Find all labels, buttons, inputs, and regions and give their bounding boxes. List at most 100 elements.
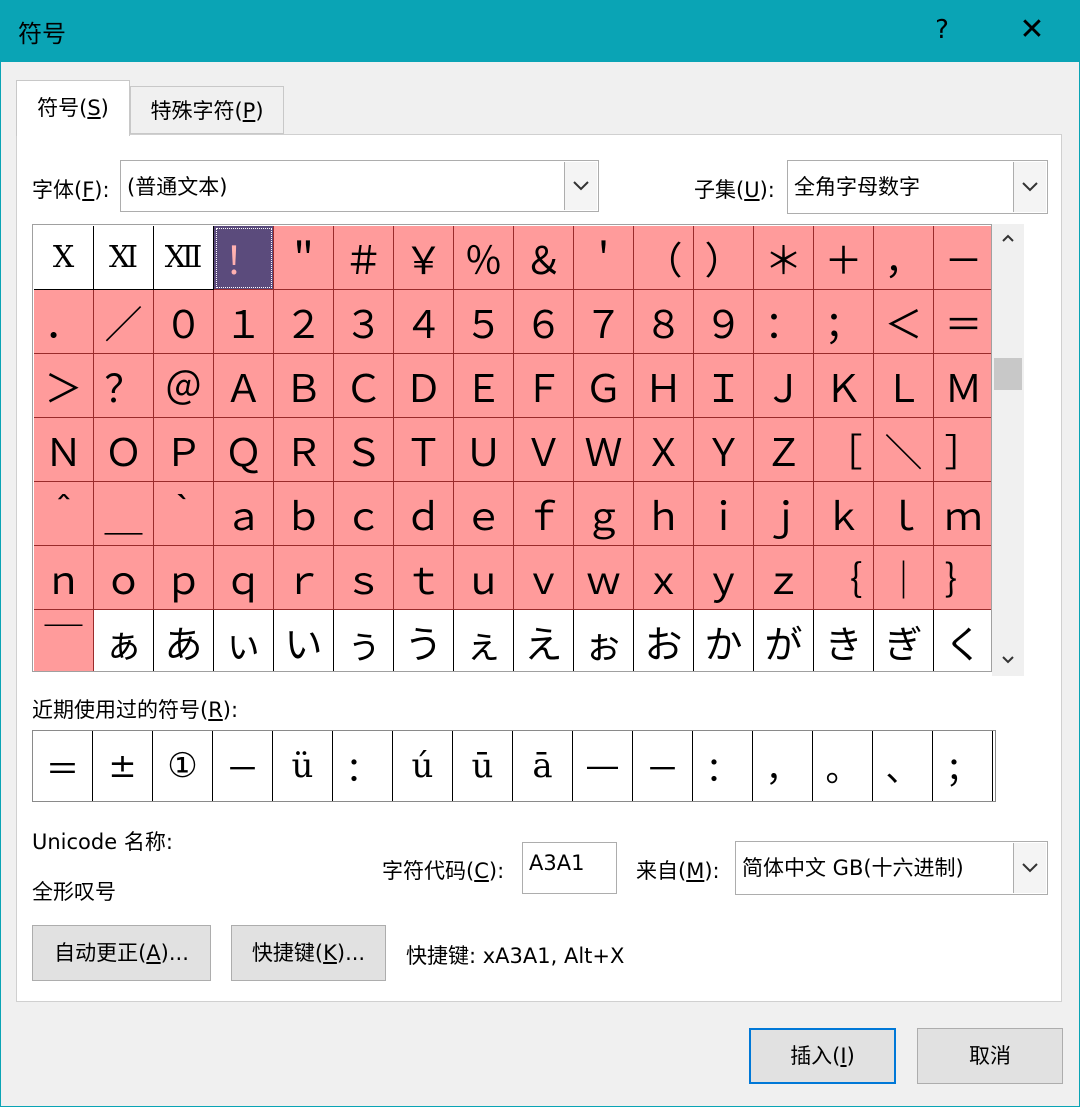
symbol-cell[interactable]: ｊ [754,482,814,546]
symbol-cell[interactable]: お [634,610,694,671]
symbol-cell[interactable]: Ｎ [34,418,94,482]
symbol-cell[interactable]: ＋ [814,226,874,290]
symbol-cell[interactable]: ＾ [34,482,94,546]
symbol-cell[interactable]: Ｌ [874,354,934,418]
symbol-cell[interactable]: ＆ [514,226,574,290]
symbol-cell[interactable]: ｆ [514,482,574,546]
symbol-cell[interactable]: ５ [454,290,514,354]
symbol-cell[interactable]: ３ [334,290,394,354]
subset-select[interactable]: 全角字母数字 [787,160,1048,214]
symbol-cell[interactable]: Ｇ [574,354,634,418]
symbol-cell[interactable]: き [814,610,874,671]
symbol-cell[interactable]: ぇ [454,610,514,671]
symbol-cell[interactable]: ４ [394,290,454,354]
from-select[interactable]: 简体中文 GB(十六进制) [735,841,1048,895]
symbol-cell[interactable]: Ｙ [694,418,754,482]
symbol-cell[interactable]: ｌ [874,482,934,546]
symbol-cell[interactable]: ぅ [334,610,394,671]
char-code-input[interactable]: A3A1 [522,842,617,894]
symbol-cell[interactable]: ｈ [634,482,694,546]
symbol-cell[interactable]: Ｂ [274,354,334,418]
symbol-cell[interactable]: ｀ [154,482,214,546]
symbol-cell[interactable]: ｐ [154,546,214,610]
symbol-cell[interactable]: Ｅ [454,354,514,418]
symbol-cell[interactable]: ＼ [874,418,934,482]
recent-symbol-cell[interactable]: ± [93,731,153,801]
symbol-cell[interactable]: ｄ [394,482,454,546]
symbol-cell[interactable]: ＊ [754,226,814,290]
symbol-cell[interactable]: ｋ [814,482,874,546]
recent-symbol-cell[interactable]: ； [933,731,993,801]
symbol-cell[interactable]: ＞ [34,354,94,418]
symbol-cell[interactable]: い [274,610,334,671]
font-dropdown-button[interactable] [564,162,597,210]
symbol-cell[interactable]: Ｒ [274,418,334,482]
symbol-cell[interactable]: ＜ [874,290,934,354]
symbol-cell[interactable]: （ [634,226,694,290]
recent-symbol-cell[interactable]: ＝ [33,731,93,801]
symbol-cell[interactable]: １ [214,290,274,354]
symbol-cell[interactable]: ぃ [214,610,274,671]
scroll-down-button[interactable] [992,646,1024,676]
symbol-cell[interactable]: Ｍ [934,354,991,418]
symbol-cell[interactable]: Ｔ [394,418,454,482]
symbol-cell[interactable]: Ⅹ [34,226,94,290]
symbol-cell[interactable]: ６ [514,290,574,354]
shortcut-key-button[interactable]: 快捷键(K)... [231,925,386,981]
subset-dropdown-button[interactable] [1013,162,1046,212]
symbol-cell[interactable]: ％ [454,226,514,290]
symbol-cell[interactable]: ＝ [934,290,991,354]
recent-symbol-cell[interactable]: ü [273,731,333,801]
symbol-cell[interactable]: あ [154,610,214,671]
symbol-cell[interactable]: が [754,610,814,671]
recent-symbol-cell[interactable]: ： [333,731,393,801]
symbol-cell[interactable]: Ⅺ [94,226,154,290]
symbol-cell[interactable]: Ｊ [754,354,814,418]
symbol-cell[interactable]: ． [34,290,94,354]
symbol-cell[interactable]: Ｆ [514,354,574,418]
recent-symbol-cell[interactable]: ， [753,731,813,801]
symbol-cell[interactable]: ］ [934,418,991,482]
symbol-cell[interactable]: ７ [574,290,634,354]
symbol-cell[interactable]: ｎ [34,546,94,610]
insert-button[interactable]: 插入(I) [749,1028,896,1084]
symbol-cell[interactable]: Ｐ [154,418,214,482]
symbol-cell[interactable]: ＠ [154,354,214,418]
symbol-cell[interactable]: ぁ [94,610,154,671]
recent-symbol-cell[interactable]: ū [453,731,513,801]
symbol-cell[interactable]: ／ [94,290,154,354]
symbol-grid[interactable]: Ⅹ Ⅺ Ⅻ！＂＃ ￥ ％＆＇（）＊＋，－ ．／ ０ １ ２ ３ ４ ５ ６ ７ ８ ９：；＜＝ ＞？＠ Ａ Ｂ Ｃ Ｄ Ｅ… [32,224,992,672]
symbol-cell[interactable]: ＂ [274,226,334,290]
symbol-cell[interactable]: Ｄ [394,354,454,418]
recent-symbol-cell[interactable]: — [573,731,633,801]
symbol-cell[interactable]: Ｑ [214,418,274,482]
cancel-button[interactable]: 取消 [917,1028,1063,1084]
symbol-cell[interactable]: ９ [694,290,754,354]
symbol-cell[interactable]: ｖ [514,546,574,610]
symbol-cell[interactable]: ， [874,226,934,290]
symbol-grid-scrollbar[interactable] [992,224,1024,676]
symbol-cell[interactable]: ｍ [934,482,991,546]
symbol-cell[interactable]: ｂ [274,482,334,546]
recent-symbol-cell[interactable]: － [213,731,273,801]
symbol-cell[interactable]: － [934,226,991,290]
recent-symbol-cell[interactable]: ① [153,731,213,801]
symbol-cell[interactable]: ） [694,226,754,290]
symbol-cell[interactable]: ｔ [394,546,454,610]
symbol-cell[interactable]: ＃ [334,226,394,290]
symbol-cell[interactable]: く [934,610,991,671]
symbol-cell[interactable]: Ｕ [454,418,514,482]
symbol-cell[interactable]: Ａ [214,354,274,418]
symbol-cell[interactable]: ｅ [454,482,514,546]
symbol-cell[interactable]: ８ [634,290,694,354]
symbol-cell[interactable]: ＇ [574,226,634,290]
recent-symbol-cell[interactable]: ú [393,731,453,801]
symbol-cell[interactable]: う [394,610,454,671]
symbol-cell[interactable]: ？ [94,354,154,418]
symbol-cell[interactable]: ｇ [574,482,634,546]
scroll-thumb[interactable] [994,358,1022,390]
symbol-cell[interactable]: Ｖ [514,418,574,482]
from-dropdown-button[interactable] [1013,843,1046,893]
symbol-cell[interactable]: Ｗ [574,418,634,482]
symbol-cell[interactable]: ￥ [394,226,454,290]
